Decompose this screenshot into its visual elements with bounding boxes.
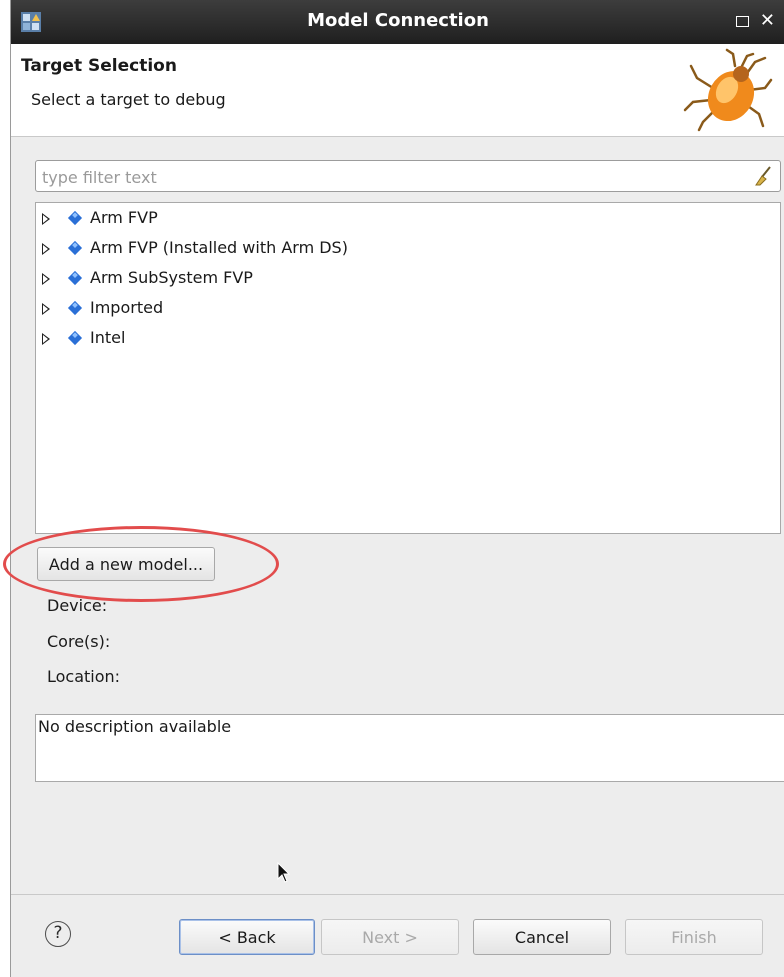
device-label: Device: <box>47 596 108 615</box>
tree-item[interactable]: Intel <box>36 325 780 355</box>
tree-item-label: Intel <box>90 328 126 347</box>
button-bar-separator <box>11 894 784 895</box>
target-diamond-icon <box>67 240 83 256</box>
location-label: Location: <box>47 667 121 686</box>
expand-arrow-icon[interactable] <box>42 303 50 315</box>
expand-arrow-icon[interactable] <box>42 213 50 225</box>
tree-item[interactable]: Arm FVP (Installed with Arm DS) <box>36 235 780 265</box>
expand-arrow-icon[interactable] <box>42 273 50 285</box>
target-tree: Arm FVP Arm FVP (Installed with Arm DS) … <box>35 202 781 534</box>
tree-item-label: Arm FVP <box>90 208 158 227</box>
maximize-icon[interactable] <box>736 16 749 27</box>
tree-item-label: Arm SubSystem FVP <box>90 268 253 287</box>
close-icon[interactable]: ✕ <box>760 10 775 31</box>
tree-item[interactable]: Arm SubSystem FVP <box>36 265 780 295</box>
tree-item[interactable]: Imported <box>36 295 780 325</box>
filter-field <box>35 160 781 192</box>
title-bar: Model Connection ✕ <box>11 0 784 44</box>
tree-item-label: Imported <box>90 298 164 317</box>
filter-input[interactable] <box>40 163 734 191</box>
mouse-cursor-icon <box>277 862 291 883</box>
back-button[interactable]: < Back <box>179 919 315 955</box>
description-box: No description available <box>35 714 784 782</box>
expand-arrow-icon[interactable] <box>42 333 50 345</box>
target-diamond-icon <box>67 330 83 346</box>
model-connection-dialog: Model Connection ✕ Target Selection Sele… <box>3 0 784 977</box>
expand-arrow-icon[interactable] <box>42 243 50 255</box>
window-title: Model Connection <box>307 10 489 31</box>
tree-item[interactable]: Arm FVP <box>36 205 780 235</box>
target-diamond-icon <box>67 300 83 316</box>
target-diamond-icon <box>67 210 83 226</box>
cancel-button[interactable]: Cancel <box>473 919 611 955</box>
cores-label: Core(s): <box>47 632 111 651</box>
help-icon[interactable]: ? <box>45 921 71 947</box>
wizard-header: Target Selection Select a target to debu… <box>11 44 784 137</box>
clear-filter-icon[interactable] <box>752 165 774 187</box>
target-diamond-icon <box>67 270 83 286</box>
add-new-model-button[interactable]: Add a new model... <box>37 547 215 581</box>
tree-item-label: Arm FVP (Installed with Arm DS) <box>90 238 348 257</box>
finish-button[interactable]: Finish <box>625 919 763 955</box>
next-button[interactable]: Next > <box>321 919 459 955</box>
page-title: Target Selection <box>21 56 177 76</box>
page-subtitle: Select a target to debug <box>31 90 226 109</box>
debug-bug-icon <box>683 48 773 132</box>
